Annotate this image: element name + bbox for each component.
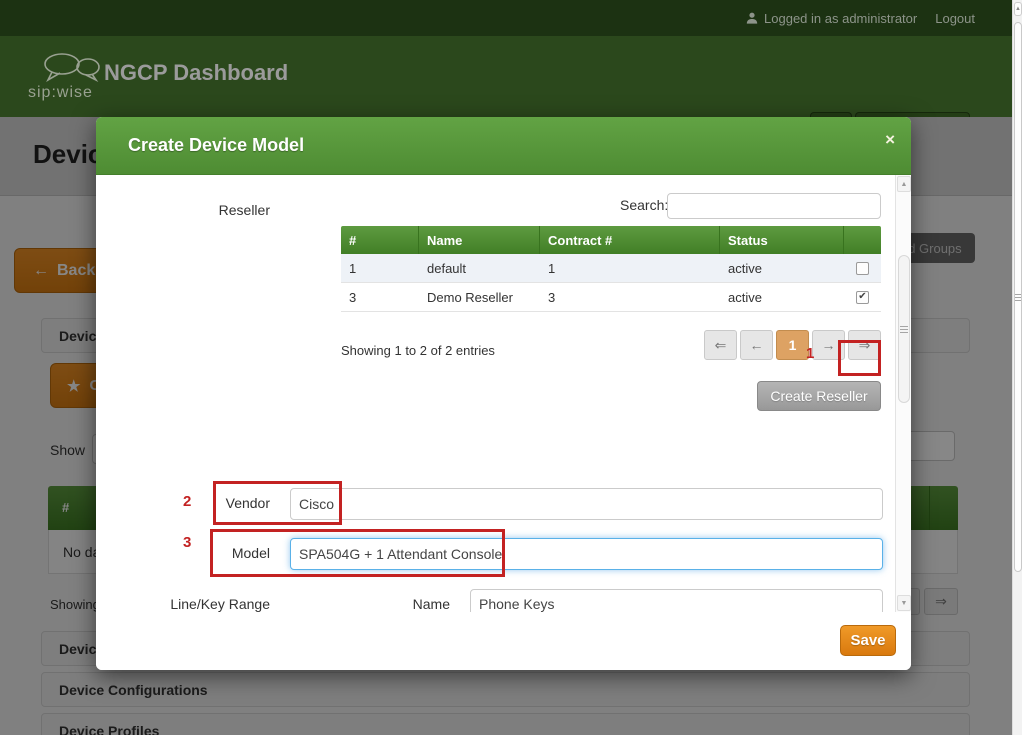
main-header: sip:wise NGCP Dashboard Settings ▾ [0, 36, 1022, 117]
page-scrollbar[interactable]: ▲ [1012, 0, 1022, 735]
modal-scrollbar-thumb[interactable] [898, 255, 910, 403]
cell-id: 3 [341, 283, 419, 311]
sipwise-bubbles-icon [42, 52, 104, 82]
annotation-step-1: 1 [806, 345, 814, 362]
annotation-box-3 [210, 529, 505, 577]
create-reseller-button[interactable]: Create Reseller [757, 381, 881, 411]
logged-in-label: Logged in as administrator [764, 11, 917, 26]
reseller-label: Reseller [116, 202, 270, 218]
col-contract: Contract # [540, 226, 720, 254]
table-row[interactable]: 1 default 1 active [341, 254, 881, 283]
user-icon [746, 12, 758, 24]
pagination-page-1[interactable]: 1 [776, 330, 809, 360]
reseller-table-header: # Name Contract # Status [341, 226, 881, 254]
reseller-table: # Name Contract # Status 1 default 1 act… [341, 226, 881, 312]
col-name: Name [419, 226, 540, 254]
cell-contract: 3 [540, 283, 720, 311]
annotation-step-3: 3 [183, 534, 191, 551]
brand-logo: sip:wise NGCP Dashboard [28, 84, 93, 102]
cell-name: default [419, 254, 540, 282]
page-scroll-up-icon[interactable]: ▲ [1014, 2, 1022, 16]
reseller-search-input[interactable] [667, 193, 881, 219]
cell-name: Demo Reseller [419, 283, 540, 311]
page-scrollbar-thumb[interactable] [1014, 22, 1022, 572]
brand-product-label: NGCP Dashboard [104, 60, 288, 86]
reseller-search-label: Search: [620, 197, 668, 213]
cell-status: active [720, 254, 844, 282]
scrollbar-grip [900, 326, 908, 333]
annotation-box-2 [213, 481, 342, 525]
modal-scrollbar[interactable]: ▲ ▼ [895, 175, 911, 612]
reseller-entries-info: Showing 1 to 2 of 2 entries [341, 343, 495, 358]
annotation-box-1 [838, 340, 881, 376]
logout-link[interactable]: Logout [935, 11, 975, 26]
cell-contract: 1 [540, 254, 720, 282]
brand-sipwise-label: sip:wise [28, 84, 93, 101]
app-window: Logged in as administrator Logout sip:wi… [0, 0, 1022, 735]
cell-status: active [720, 283, 844, 311]
pagination-first[interactable]: ⇐ [704, 330, 737, 360]
cell-id: 1 [341, 254, 419, 282]
modal-header: Create Device Model × [96, 117, 911, 175]
linekey-range-label: Line/Key Range [116, 596, 270, 612]
modal-body: Reseller Search: # Name Contract # Statu… [96, 175, 911, 612]
col-select [844, 226, 881, 254]
create-device-model-modal: Create Device Model × Reseller Search: #… [96, 117, 911, 670]
reseller-checkbox[interactable] [856, 262, 869, 275]
modal-title: Create Device Model [128, 135, 304, 156]
top-bar: Logged in as administrator Logout [0, 0, 1022, 36]
col-id: # [341, 226, 419, 254]
linekey-name-label: Name [350, 596, 450, 612]
reseller-checkbox-checked[interactable]: ✔ [856, 291, 869, 304]
close-icon[interactable]: × [885, 131, 895, 148]
table-row[interactable]: 3 Demo Reseller 3 active ✔ [341, 283, 881, 312]
save-button[interactable]: Save [840, 625, 896, 656]
logged-in-status: Logged in as administrator [746, 11, 917, 26]
annotation-step-2: 2 [183, 493, 191, 510]
scrollbar-grip [1015, 294, 1021, 301]
scroll-down-icon[interactable]: ▼ [897, 595, 911, 611]
vendor-input[interactable] [290, 488, 883, 520]
scroll-up-icon[interactable]: ▲ [897, 176, 911, 192]
modal-footer: Save [96, 612, 911, 670]
col-status: Status [720, 226, 844, 254]
pagination-prev[interactable]: ← [740, 330, 773, 360]
